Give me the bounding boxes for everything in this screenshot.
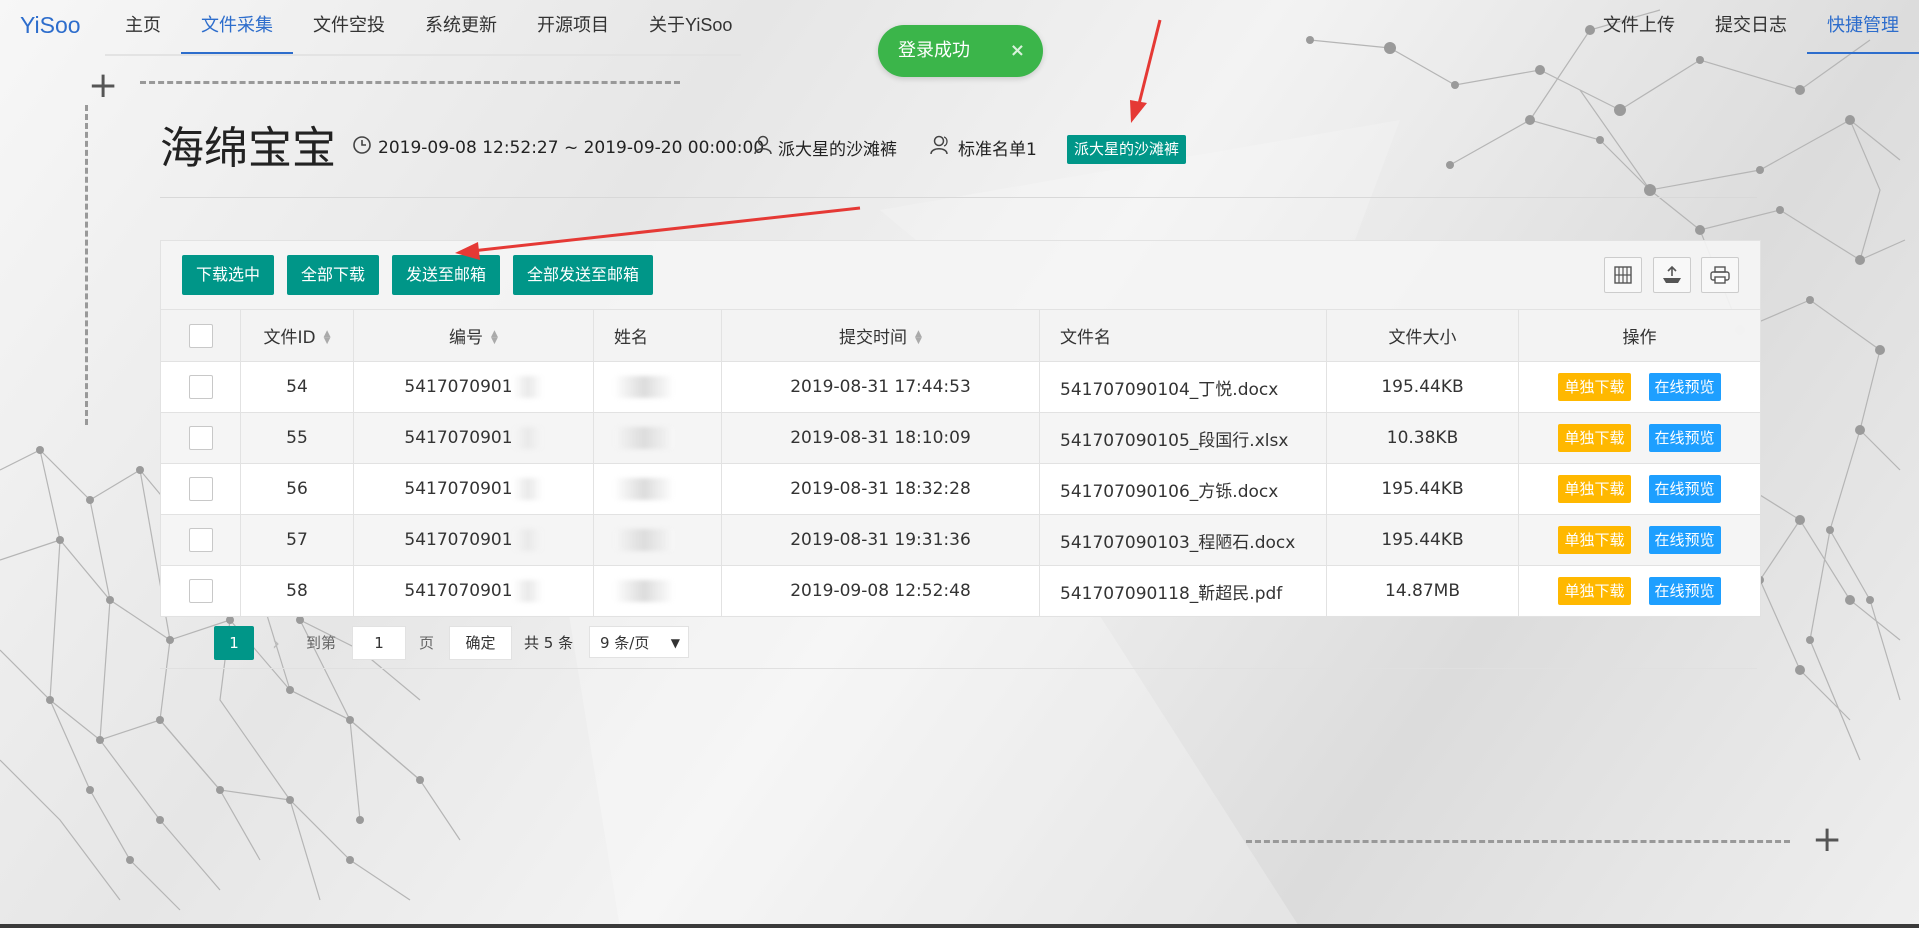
annotation-arrow (471, 206, 861, 253)
bottom-edge-bar (0, 924, 1919, 928)
annotation-arrow (1136, 19, 1162, 109)
annotation-arrows (455, 19, 1162, 260)
annotation-arrowhead (455, 242, 480, 260)
annotation-arrowhead (1130, 100, 1147, 123)
page: YiSoo 主页 文件采集 文件空投 系统更新 开源项目 关于YiSoo 文件上… (0, 0, 1919, 928)
